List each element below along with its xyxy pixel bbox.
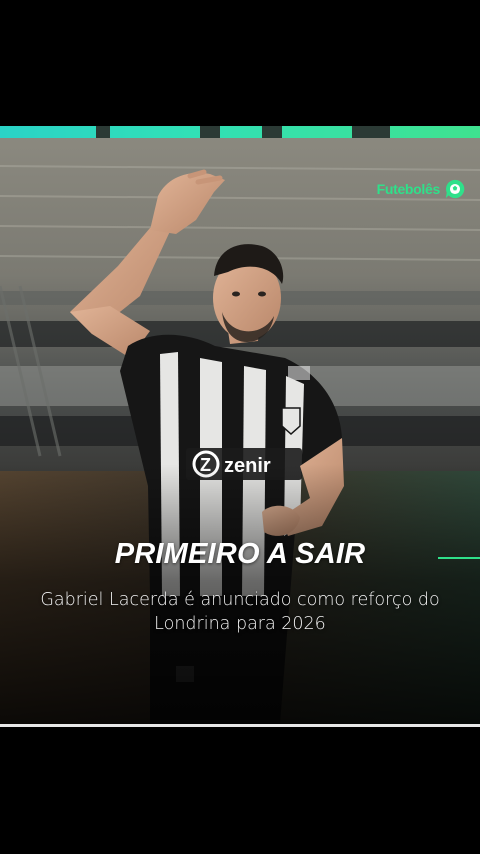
top-accent-banner [0, 126, 480, 138]
speech-ball-icon [445, 179, 465, 199]
news-post-card[interactable]: Z zenir Futeb [0, 126, 480, 724]
subtitle: Gabriel Lacerda é anunciado como reforço… [40, 590, 440, 634]
brand-logo: Futebolês [377, 178, 466, 200]
headline: PRIMEIRO A SAIR [114, 538, 366, 570]
divider-line [0, 724, 480, 727]
screen: Z zenir Futeb [0, 0, 480, 854]
brand-name: Futebolês [376, 181, 441, 197]
